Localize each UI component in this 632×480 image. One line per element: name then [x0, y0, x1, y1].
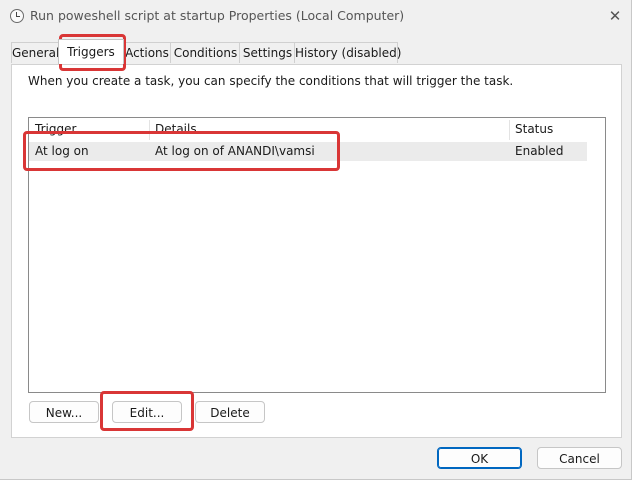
- list-header: Trigger Details Status: [29, 118, 605, 140]
- close-icon[interactable]: ✕: [603, 6, 627, 26]
- tab-general[interactable]: General: [11, 42, 60, 63]
- column-header-status[interactable]: Status: [509, 118, 587, 140]
- triggers-panel: When you create a task, you can specify …: [11, 64, 622, 438]
- vertical-scrollbar[interactable]: [588, 118, 605, 392]
- tab-actions[interactable]: Actions: [122, 42, 172, 63]
- details-cell: At log on of ANANDI\vamsi: [155, 144, 315, 158]
- trigger-cell: At log on: [35, 144, 89, 158]
- delete-trigger-button[interactable]: Delete: [195, 401, 265, 423]
- cancel-button[interactable]: Cancel: [537, 447, 622, 469]
- column-header-trigger[interactable]: Trigger: [29, 118, 149, 140]
- tab-conditions[interactable]: Conditions: [170, 42, 241, 63]
- tab-history[interactable]: History (disabled): [294, 42, 401, 63]
- column-header-details[interactable]: Details: [149, 118, 509, 140]
- tab-triggers[interactable]: Triggers: [58, 39, 124, 64]
- triggers-list[interactable]: Trigger Details Status At log on At log …: [28, 117, 606, 393]
- status-cell: Enabled: [515, 144, 564, 158]
- triggers-description: When you create a task, you can specify …: [28, 74, 514, 88]
- clock-icon: [10, 9, 24, 23]
- new-trigger-button[interactable]: New...: [29, 401, 99, 423]
- table-row[interactable]: At log on At log on of ANANDI\vamsi Enab…: [29, 142, 587, 161]
- ok-button[interactable]: OK: [437, 447, 522, 469]
- task-properties-dialog: Run poweshell script at startup Properti…: [0, 0, 632, 480]
- window-title: Run poweshell script at startup Properti…: [30, 8, 405, 23]
- title-bar: Run poweshell script at startup Properti…: [0, 0, 631, 32]
- edit-trigger-button[interactable]: Edit...: [112, 401, 182, 423]
- tab-settings[interactable]: Settings: [239, 42, 296, 63]
